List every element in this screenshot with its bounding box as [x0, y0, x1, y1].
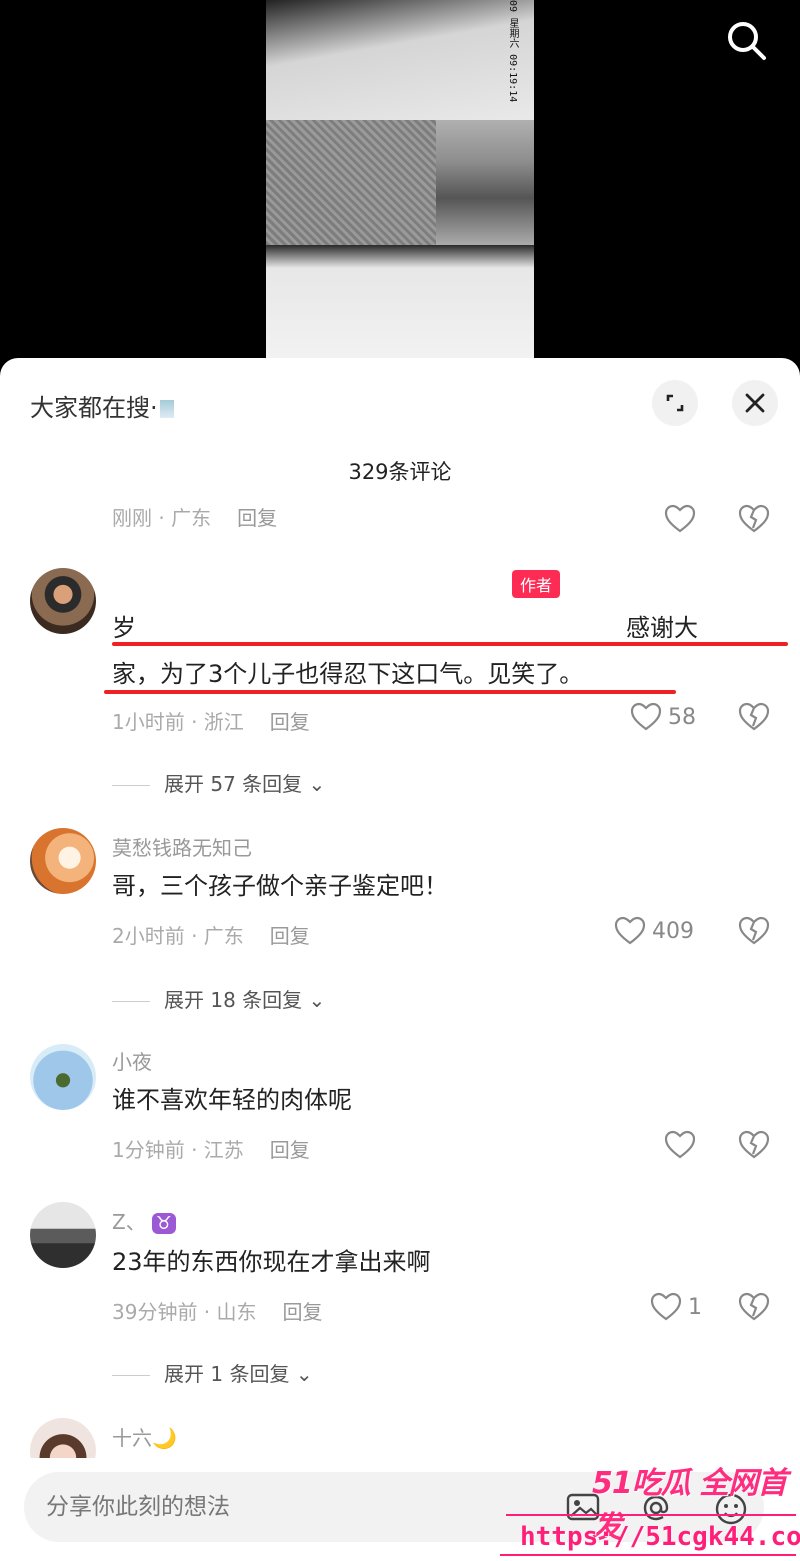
like-button[interactable]: 409: [614, 916, 694, 946]
comment-meta: 1分钟前 · 江苏 回复: [112, 1134, 310, 1163]
trending-term-blur: [159, 400, 174, 418]
reply-button[interactable]: 回复: [270, 924, 310, 948]
username-text: 十六: [112, 1426, 152, 1450]
comment-time: 39分钟前 · 山东: [112, 1300, 257, 1324]
avatar[interactable]: [30, 1418, 96, 1458]
divider: [112, 785, 150, 786]
comment-username: 十六🌙: [112, 1422, 177, 1451]
red-underline: [104, 690, 676, 694]
video-ceiling: [266, 0, 534, 120]
comment-meta: 39分钟前 · 山东 回复: [112, 1296, 323, 1325]
comment-text: 哥，三个孩子做个亲子鉴定吧！: [112, 872, 448, 900]
chevron-down-icon: ⌄: [295, 1362, 313, 1386]
divider: [112, 1375, 150, 1376]
broken-heart-icon[interactable]: [738, 1130, 770, 1160]
avatar[interactable]: [30, 1202, 96, 1268]
like-count: 58: [668, 704, 696, 730]
heart-icon: [664, 1130, 696, 1159]
heart-icon[interactable]: [664, 504, 696, 534]
avatar[interactable]: [30, 568, 96, 634]
watermark-line: [500, 1554, 796, 1556]
search-icon: [728, 22, 766, 60]
search-button[interactable]: [722, 16, 770, 64]
trending-prefix: 大家都在搜·: [30, 394, 158, 422]
author-badge: 作者: [512, 570, 561, 598]
like-button[interactable]: 58: [630, 702, 696, 732]
broken-heart-icon[interactable]: [738, 916, 770, 946]
video-timestamp: 09 星期六 09:19:14: [507, 0, 518, 103]
like-button[interactable]: [664, 1130, 696, 1160]
heart-icon: [630, 702, 662, 731]
moon-icon: 🌙: [152, 1426, 177, 1450]
avatar[interactable]: [30, 828, 96, 894]
reply-button[interactable]: 回复: [270, 1138, 310, 1162]
like-button[interactable]: 1: [650, 1292, 702, 1322]
expand-replies-label: 展开 1 条回复: [164, 1362, 290, 1386]
red-underline: [112, 642, 788, 646]
close-icon: [745, 393, 765, 413]
comment-text: 谁不喜欢年轻的肉体呢: [112, 1086, 352, 1114]
broken-heart-icon[interactable]: [738, 702, 770, 732]
comment-count: 329条评论: [348, 460, 452, 484]
comment-username: 小夜: [112, 1050, 152, 1074]
watermark-line: [506, 1514, 796, 1516]
taurus-icon: ♉: [151, 1213, 176, 1234]
expand-button[interactable]: [652, 380, 698, 426]
divider: [112, 1001, 150, 1002]
expand-replies-button[interactable]: 展开 1 条回复 ⌄: [112, 1358, 313, 1387]
comment-time: 1分钟前 · 江苏: [112, 1138, 244, 1162]
expand-replies-label: 展开 18 条回复: [164, 988, 303, 1012]
comment-item: Z、 ♉ 23年的东西你现在才拿出来啊 39分钟前 · 山东 回复 1 展开 1 条…: [0, 1198, 800, 1398]
comment-username: 莫愁钱路无知己: [112, 836, 252, 860]
sheet-header: 大家都在搜·: [0, 358, 800, 448]
expand-replies-label: 展开 57 条回复: [164, 772, 303, 796]
comment-username: Z、 ♉: [112, 1206, 176, 1235]
heart-icon: [614, 916, 646, 945]
broken-heart-icon[interactable]: [738, 504, 770, 534]
comment-item: 小夜 谁不喜欢年轻的肉体呢 1分钟前 · 江苏 回复: [0, 1042, 800, 1172]
comment-time: 1小时前 · 浙江: [112, 710, 244, 734]
comment-item: 作者 岁感谢大 家，为了3个儿子也得忍下这口气。见笑了。 1小时前 · 浙江 回复…: [0, 558, 800, 798]
reply-button[interactable]: 回复: [237, 506, 277, 530]
video-player[interactable]: 09 星期六 09:19:14: [0, 0, 800, 380]
comment-text: 23年的东西你现在才拿出来啊: [112, 1248, 431, 1276]
watermark-url: https://51cgk44.com: [520, 1522, 800, 1552]
comment-time: 2小时前 · 广东: [112, 924, 244, 948]
comment-time: 刚刚 · 广东: [112, 506, 212, 530]
reply-button[interactable]: 回复: [283, 1300, 323, 1324]
video-frame: 09 星期六 09:19:14: [266, 0, 534, 360]
partial-comment: 刚刚 · 广东 回复: [0, 498, 800, 538]
chevron-down-icon: ⌄: [308, 988, 326, 1012]
comment-meta: 2小时前 · 广东 回复: [112, 920, 310, 949]
broken-heart-icon[interactable]: [738, 1292, 770, 1322]
close-button[interactable]: [732, 380, 778, 426]
expand-icon: [666, 394, 684, 412]
comment-sheet: 大家都在搜· 329条评论 刚刚 · 广东 回复 作者 岁感谢大 家，为了3个儿子…: [0, 358, 800, 1561]
comment-item: 莫愁钱路无知己 哥，三个孩子做个亲子鉴定吧！ 2小时前 · 广东 回复 409 展…: [0, 824, 800, 1024]
expand-replies-button[interactable]: 展开 18 条回复 ⌄: [112, 984, 325, 1013]
trending-search-link[interactable]: 大家都在搜·: [30, 388, 174, 423]
username-text: Z、: [112, 1210, 146, 1234]
comment-text-partial: 岁: [112, 614, 136, 642]
like-count: 1: [688, 1294, 702, 1320]
heart-icon: [650, 1292, 682, 1321]
reply-button[interactable]: 回复: [270, 710, 310, 734]
comment-meta: 刚刚 · 广东 回复: [112, 502, 277, 531]
redaction: [148, 610, 618, 644]
avatar[interactable]: [30, 1044, 96, 1110]
comment-item: 十六🌙: [0, 1414, 800, 1458]
like-count: 409: [652, 918, 694, 944]
comment-text-end: 感谢大: [626, 614, 698, 642]
video-counter: [266, 245, 534, 360]
expand-replies-button[interactable]: 展开 57 条回复 ⌄: [112, 768, 325, 797]
comment-meta: 1小时前 · 浙江 回复: [112, 706, 310, 735]
chevron-down-icon: ⌄: [308, 772, 326, 796]
comment-username: 作者: [112, 570, 561, 598]
